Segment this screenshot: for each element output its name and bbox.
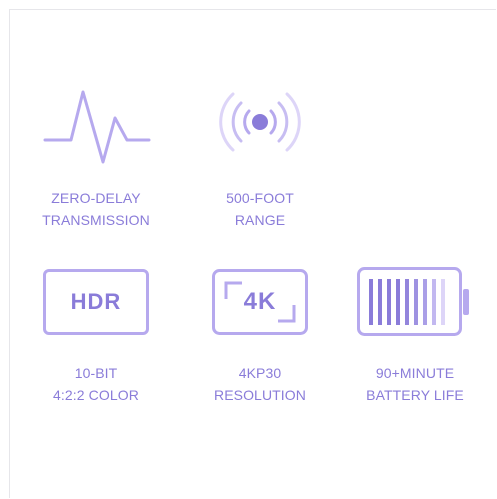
feature-hdr-label: 10-BIT 4:2:2 COLOR: [53, 365, 139, 403]
hdr-badge: HDR: [43, 269, 149, 335]
waveform-icon: [21, 84, 171, 164]
feature-range-label: 500-FOOT RANGE: [226, 190, 294, 228]
signal-broadcast-icon: [185, 84, 335, 164]
battery-icon: [340, 262, 490, 342]
feature-battery-label: 90+MINUTE BATTERY LIFE: [366, 365, 464, 403]
feature-4k-label: 4KP30 RESOLUTION: [213, 365, 306, 403]
4k-badge-text: 4K: [243, 288, 277, 315]
4k-icon: 4K: [185, 262, 335, 342]
hdr-icon: HDR: [21, 262, 171, 342]
feature-zero-delay-label: ZERO-DELAY TRANSMISSION: [42, 190, 150, 228]
